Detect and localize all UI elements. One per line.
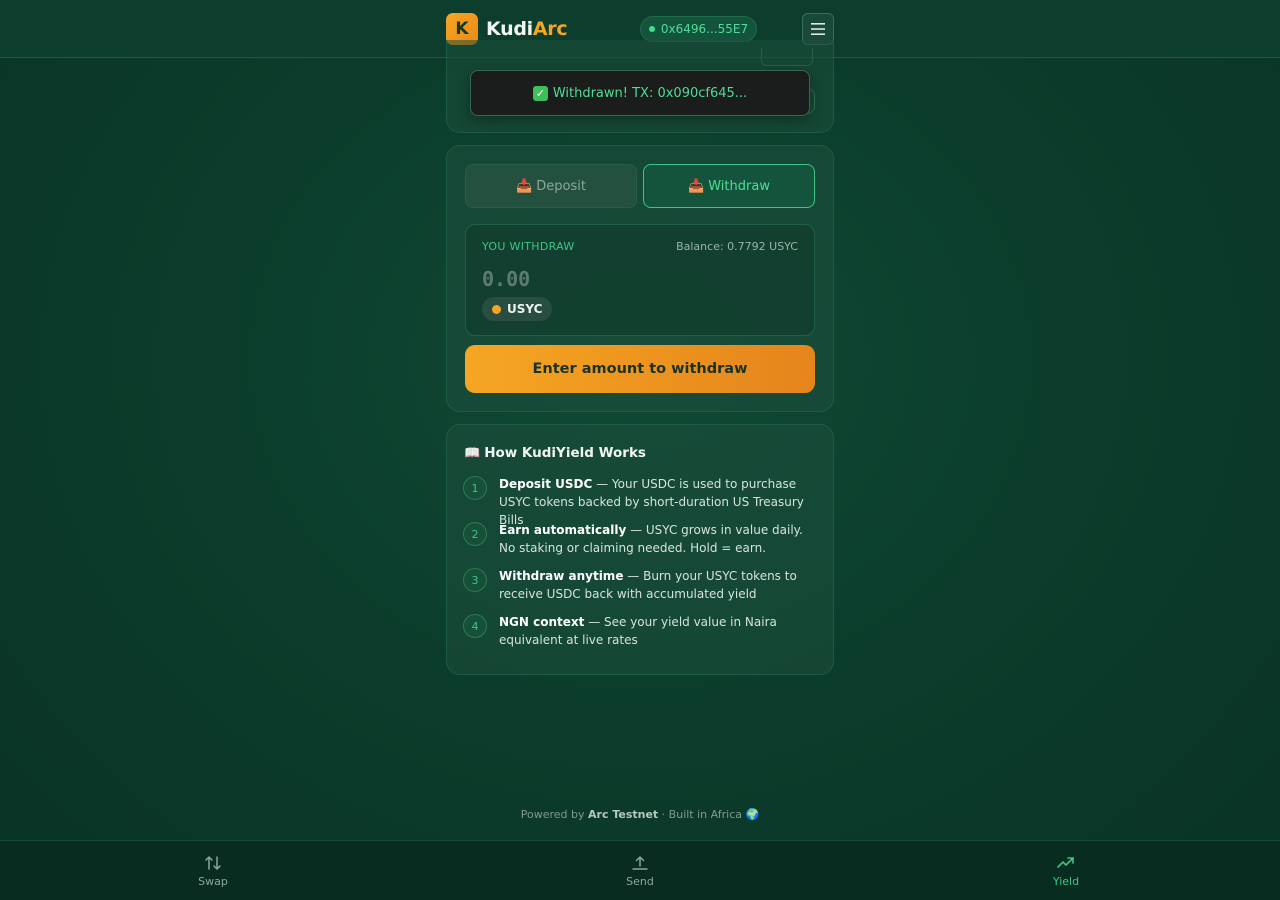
trending-up-icon xyxy=(1057,854,1075,872)
tab-deposit-label: Deposit xyxy=(536,178,586,194)
withdraw-button[interactable]: Enter amount to withdraw xyxy=(465,345,815,393)
footer-prefix: Powered by xyxy=(520,808,589,821)
step-item: 3 Withdraw anytime — Burn your USYC toke… xyxy=(463,567,815,603)
step-title: Earn automatically xyxy=(499,523,627,537)
inbox-tray-icon: 📥 xyxy=(688,178,705,194)
nav-yield[interactable]: Yield xyxy=(1026,854,1106,888)
bottom-nav: Swap Send Yield xyxy=(0,840,1280,900)
footer-network: Arc Testnet xyxy=(588,808,659,821)
how-it-works-card: 📖 How KudiYield Works 1 Deposit USDC — Y… xyxy=(446,424,834,675)
nav-send[interactable]: Send xyxy=(600,854,680,888)
inbox-tray-icon: 📥 xyxy=(516,178,533,194)
step-number: 2 xyxy=(463,522,487,546)
tab-deposit[interactable]: 📥 Deposit xyxy=(465,164,637,208)
step-text: NGN context — See your yield value in Na… xyxy=(499,613,815,649)
step-item: 4 NGN context — See your yield value in … xyxy=(463,613,815,649)
step-number: 3 xyxy=(463,568,487,592)
powered-by-footer: Powered by Arc Testnet · Built in Africa… xyxy=(0,808,1280,821)
tab-withdraw[interactable]: 📥 Withdraw xyxy=(643,164,815,208)
step-number: 4 xyxy=(463,614,487,638)
globe-icon: 🌍 xyxy=(745,808,760,821)
token-selector[interactable]: USYC xyxy=(482,297,553,321)
success-toast: ✓ Withdrawn! TX: 0x090cf645... xyxy=(470,70,810,116)
balance-text[interactable]: Balance: 0.7792 USYC xyxy=(676,240,798,253)
nav-swap[interactable]: Swap xyxy=(173,854,253,888)
check-box-icon: ✓ xyxy=(532,85,548,101)
step-title: Withdraw anytime xyxy=(499,569,624,583)
logo-wordmark: KudiArc xyxy=(486,18,568,40)
connected-status-dot-icon xyxy=(648,26,655,32)
swap-arrows-icon xyxy=(204,854,222,872)
footer-suffix: · Built in Africa xyxy=(658,808,746,821)
yield-action-card: 📥 Deposit 📥 Withdraw YOU WITHDRAW Balanc… xyxy=(446,145,834,412)
usyc-token-icon xyxy=(492,304,501,314)
hamburger-menu-icon xyxy=(811,23,825,35)
token-label: USYC xyxy=(507,302,543,316)
summary-card-control[interactable] xyxy=(761,48,813,66)
you-withdraw-label: YOU WITHDRAW xyxy=(482,240,575,253)
nav-yield-label: Yield xyxy=(1052,875,1080,888)
logo-arc-text: Arc xyxy=(532,18,568,40)
upload-icon xyxy=(631,854,649,872)
wallet-address-pill[interactable]: 0x6496...55E7 xyxy=(640,16,757,42)
how-it-works-title: 📖 How KudiYield Works xyxy=(464,445,646,461)
withdraw-input-box: YOU WITHDRAW Balance: 0.7792 USYC USYC xyxy=(465,224,815,336)
nav-send-label: Send xyxy=(626,875,654,888)
step-number: 1 xyxy=(463,476,487,500)
how-it-works-heading: How KudiYield Works xyxy=(484,445,646,461)
step-text: Withdraw anytime — Burn your USYC tokens… xyxy=(499,567,815,603)
toast-message: Withdrawn! TX: 0x090cf645... xyxy=(552,85,748,101)
wallet-address: 0x6496...55E7 xyxy=(660,22,749,36)
tab-withdraw-label: Withdraw xyxy=(708,178,770,194)
logo-kudi-text: Kudi xyxy=(486,18,533,40)
step-item: 2 Earn automatically — USYC grows in val… xyxy=(463,521,815,557)
withdraw-amount-input[interactable] xyxy=(482,265,682,293)
nav-swap-label: Swap xyxy=(198,875,228,888)
step-title: NGN context xyxy=(499,615,585,629)
open-book-icon: 📖 xyxy=(464,445,481,461)
step-text: Earn automatically — USYC grows in value… xyxy=(499,521,815,557)
step-title: Deposit USDC xyxy=(499,477,593,491)
